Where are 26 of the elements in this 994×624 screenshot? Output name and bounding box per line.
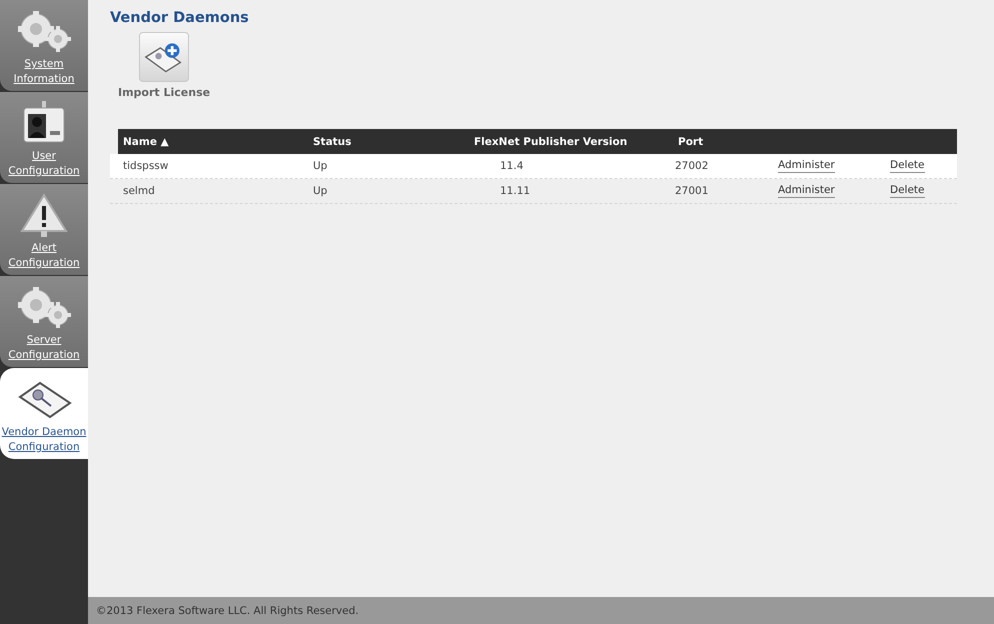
delete-link[interactable]: Delete — [890, 184, 924, 198]
table-cell: tidspssw — [123, 160, 168, 172]
sidebar-item[interactable]: Vendor Daemon Configuration — [0, 368, 88, 459]
table-cell: 11.11 — [500, 185, 530, 197]
import-license-button[interactable]: Import License — [118, 32, 210, 99]
table-row[interactable]: tidspssw Up 11.4 27002 Administer Delete — [110, 154, 957, 179]
column-header[interactable]: Name ▲ — [123, 136, 169, 148]
sidebar-item[interactable]: System Information — [0, 0, 88, 91]
table-row[interactable]: selmd Up 11.11 27001 Administer Delete — [110, 179, 957, 204]
page-title: Vendor Daemons — [110, 10, 250, 26]
table-cell: 27001 — [675, 185, 708, 197]
column-header: Port — [678, 136, 704, 148]
table-cell: 27002 — [675, 160, 708, 172]
sidebar-item[interactable]: Alert Configuration — [0, 184, 88, 275]
sidebar-item[interactable]: Server Configuration — [0, 276, 88, 367]
table-cell: 11.4 — [500, 160, 524, 172]
column-header: FlexNet Publisher Version — [474, 136, 628, 148]
table-cell: selmd — [123, 185, 155, 197]
administer-link[interactable]: Administer — [778, 159, 835, 173]
table-cell: Up — [313, 185, 328, 197]
sidebar-item[interactable]: User Configuration — [0, 92, 88, 183]
column-header: Status — [313, 136, 352, 148]
administer-link[interactable]: Administer — [778, 184, 835, 198]
copyright-text: ©2013 Flexera Software LLC. All Rights Reserved. — [96, 604, 359, 616]
delete-link[interactable]: Delete — [890, 159, 924, 173]
table-cell: Up — [313, 160, 328, 172]
